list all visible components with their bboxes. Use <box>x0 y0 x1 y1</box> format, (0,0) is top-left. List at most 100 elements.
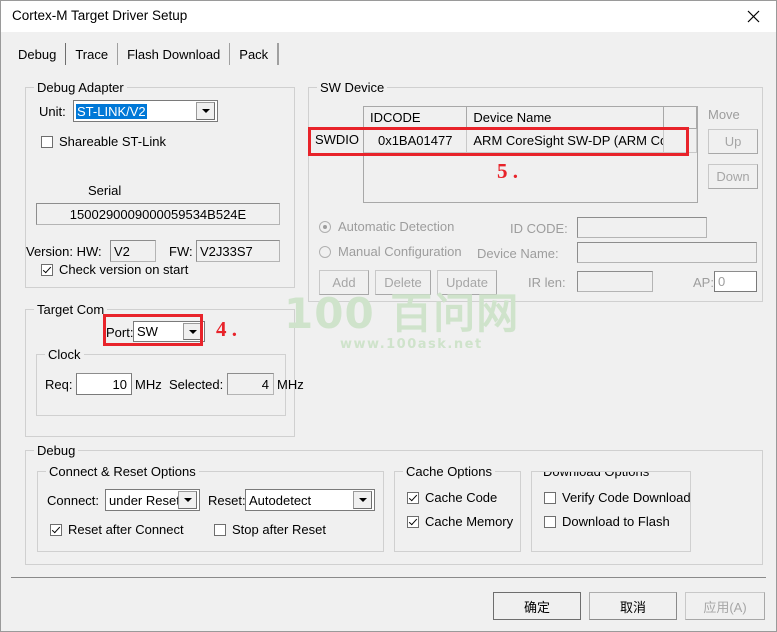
window-title: Cortex-M Target Driver Setup <box>12 8 188 23</box>
connect-reset-options-group: Connect & Reset Options Connect: under R… <box>37 464 384 552</box>
cell-idcode: 0x1BA01477 <box>364 129 468 152</box>
cache-options-group: Cache Options Cache Code Cache Memory <box>394 464 521 552</box>
ok-button[interactable]: 确定 <box>493 592 581 620</box>
version-hw-label: Version: HW: <box>26 244 102 259</box>
delete-button[interactable]: Delete <box>375 270 431 295</box>
id-code-label: ID CODE: <box>510 221 568 236</box>
ir-len-field <box>577 271 653 292</box>
port-label: Port: <box>106 325 134 340</box>
apply-button[interactable]: 应用(A) <box>685 592 765 620</box>
shareable-st-link-checkbox[interactable]: Shareable ST-Link <box>41 134 166 149</box>
tab-debug-label: Debug <box>18 46 57 62</box>
ir-len-label: IR len: <box>528 275 566 290</box>
download-to-flash-checkbox-box <box>544 515 556 528</box>
shareable-st-link-label: Shareable ST-Link <box>59 134 166 149</box>
clock-group-label: Clock <box>45 347 84 362</box>
stop-after-reset-checkbox[interactable]: Stop after Reset <box>214 522 326 537</box>
column-header-idcode: IDCODE <box>364 107 468 128</box>
hw-version-field: V2 <box>110 240 156 262</box>
swdio-row-header: SWDIO <box>311 128 364 151</box>
debug-adapter-group: Debug Adapter Unit: ST-LINK/V2 Shareable… <box>25 80 295 288</box>
id-code-field <box>577 217 707 238</box>
verify-code-download-label: Verify Code Download <box>562 490 691 505</box>
sw-device-table-header: IDCODE Device Name <box>364 107 697 129</box>
automatic-detection-radio[interactable]: Automatic Detection <box>319 219 454 234</box>
req-clock-field[interactable]: 10 <box>76 373 132 395</box>
automatic-detection-label: Automatic Detection <box>338 219 455 234</box>
cache-memory-checkbox[interactable]: Cache Memory <box>407 514 513 529</box>
reset-combo[interactable]: Autodetect <box>245 489 375 511</box>
chevron-down-icon[interactable] <box>196 102 215 120</box>
cell-spacer <box>664 129 697 152</box>
table-row[interactable]: 0x1BA01477 ARM CoreSight SW-DP (ARM Core <box>364 129 697 153</box>
cache-memory-checkbox-box <box>407 515 419 528</box>
update-button[interactable]: Update <box>437 270 497 295</box>
cache-options-group-label: Cache Options <box>403 464 495 479</box>
tab-pack[interactable]: Pack <box>230 43 279 65</box>
tab-debug[interactable]: Debug <box>9 43 67 65</box>
clock-group: Clock Req: 10 MHz Selected: 4 MHz <box>36 347 304 416</box>
debug-group-label: Debug <box>34 443 79 458</box>
shareable-st-link-checkbox-box <box>41 135 53 148</box>
move-down-button[interactable]: Down <box>708 164 758 189</box>
reset-label: Reset: <box>208 493 246 508</box>
download-options-group-label: Download Options <box>540 472 653 479</box>
cache-memory-label: Cache Memory <box>425 514 514 529</box>
reset-after-connect-checkbox-box <box>50 523 62 536</box>
check-version-on-start-checkbox[interactable]: Check version on start <box>41 262 188 277</box>
unit-combo-value: ST-LINK/V2 <box>76 103 147 119</box>
debug-group: Debug Connect & Reset Options Connect: u… <box>25 443 763 565</box>
verify-code-download-checkbox[interactable]: Verify Code Download <box>544 490 691 505</box>
fw-label: FW: <box>169 244 193 259</box>
watermark: 100 百问网 www.100ask.net <box>284 293 518 355</box>
reset-combo-value: Autodetect <box>249 492 312 508</box>
chevron-down-icon[interactable] <box>183 323 202 340</box>
connect-label: Connect: <box>47 493 100 508</box>
chevron-down-icon[interactable] <box>178 491 197 509</box>
tab-strip: Debug Trace Flash Download Pack <box>9 41 280 65</box>
column-header-spacer <box>664 107 697 128</box>
port-combo[interactable]: SW <box>133 321 205 342</box>
cache-code-label: Cache Code <box>425 490 498 505</box>
cache-code-checkbox-box <box>407 491 419 504</box>
title-bar: Cortex-M Target Driver Setup <box>1 1 776 33</box>
ap-field[interactable]: 0 <box>714 271 757 292</box>
close-button[interactable] <box>731 1 776 31</box>
tab-trace[interactable]: Trace <box>66 43 119 65</box>
sw-device-group: SW Device SWDIO IDCODE Device Name 0x1BA… <box>308 80 763 302</box>
selected-clock-field: 4 <box>227 373 274 395</box>
download-to-flash-label: Download to Flash <box>562 514 670 529</box>
cortex-m-target-driver-setup-dialog: Cortex-M Target Driver Setup Debug Trace… <box>0 0 777 632</box>
tab-pack-label: Pack <box>239 46 269 62</box>
annotation-number-5: 5 . <box>497 159 518 183</box>
req-label: Req: <box>45 377 73 392</box>
watermark-bottom-text: www.100ask.net <box>340 337 483 352</box>
download-to-flash-checkbox[interactable]: Download to Flash <box>544 514 670 529</box>
stop-after-reset-label: Stop after Reset <box>232 522 326 537</box>
selected-unit-label: MHz <box>277 377 304 392</box>
unit-combo[interactable]: ST-LINK/V2 <box>73 100 218 122</box>
sw-device-group-label: SW Device <box>317 80 388 95</box>
move-up-button[interactable]: Up <box>708 129 758 154</box>
chevron-down-icon[interactable] <box>353 491 372 509</box>
cancel-button[interactable]: 取消 <box>589 592 677 620</box>
tab-strip-end <box>278 43 280 65</box>
automatic-detection-radio-dot <box>319 220 331 233</box>
ap-label: AP: <box>693 275 714 290</box>
reset-after-connect-label: Reset after Connect <box>68 522 184 537</box>
device-name-label: Device Name: <box>477 246 559 261</box>
download-options-group: Download Options Verify Code Download Do… <box>531 471 691 552</box>
column-header-device-name: Device Name <box>467 107 665 128</box>
connect-combo[interactable]: under Reset <box>105 489 200 511</box>
manual-configuration-radio[interactable]: Manual Configuration <box>319 244 462 259</box>
check-version-on-start-label: Check version on start <box>59 262 189 277</box>
tab-flash-download[interactable]: Flash Download <box>118 43 231 65</box>
move-label: Move <box>708 107 740 122</box>
port-combo-value: SW <box>137 324 158 339</box>
cache-code-checkbox[interactable]: Cache Code <box>407 490 497 505</box>
add-button[interactable]: Add <box>319 270 369 295</box>
stop-after-reset-checkbox-box <box>214 523 226 536</box>
reset-after-connect-checkbox[interactable]: Reset after Connect <box>50 522 184 537</box>
target-com-group-label: Target Com <box>34 302 108 317</box>
annotation-number-4: 4 . <box>216 317 237 341</box>
